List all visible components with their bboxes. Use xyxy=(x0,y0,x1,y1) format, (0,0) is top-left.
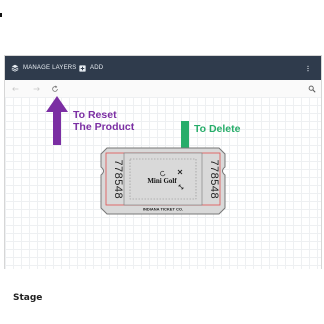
add-icon xyxy=(79,64,86,72)
ticket-product[interactable]: 778548 778548 Mini Golf INDIANA TICKET C… xyxy=(100,147,226,215)
ticket-number-left: 778548 xyxy=(111,159,123,199)
manage-layers-label: MANAGE LAYERS xyxy=(23,65,77,71)
manage-layers-button[interactable]: MANAGE LAYERS xyxy=(11,56,77,80)
undo-button[interactable] xyxy=(11,84,20,93)
ticket-footer: INDIANA TICKET CO. xyxy=(143,207,183,212)
ticket-title: Mini Golf xyxy=(147,177,177,185)
redo-button[interactable] xyxy=(31,84,40,93)
stage-label: Stage xyxy=(13,293,43,303)
more-vert-icon xyxy=(307,65,309,71)
zoom-button[interactable] xyxy=(307,84,316,93)
top-bar: MANAGE LAYERS ADD xyxy=(5,56,321,80)
reset-icon xyxy=(51,85,58,92)
delete-annotation: To Delete xyxy=(194,123,241,135)
zoom-icon xyxy=(308,85,316,93)
redo-icon xyxy=(33,86,40,91)
reset-annotation: To Reset The Product xyxy=(73,109,153,133)
reset-button[interactable] xyxy=(50,84,59,93)
corner-mark xyxy=(0,13,2,17)
layers-icon xyxy=(11,64,19,72)
add-button[interactable]: ADD xyxy=(79,56,103,80)
ticket-number-right: 778548 xyxy=(207,159,219,199)
add-label: ADD xyxy=(90,65,104,71)
more-menu-button[interactable] xyxy=(307,56,313,80)
reset-annotation-line1: To Reset xyxy=(73,109,117,121)
reset-annotation-line2: The Product xyxy=(73,121,135,133)
reset-arrow-icon xyxy=(46,96,68,145)
undo-icon xyxy=(11,86,18,91)
